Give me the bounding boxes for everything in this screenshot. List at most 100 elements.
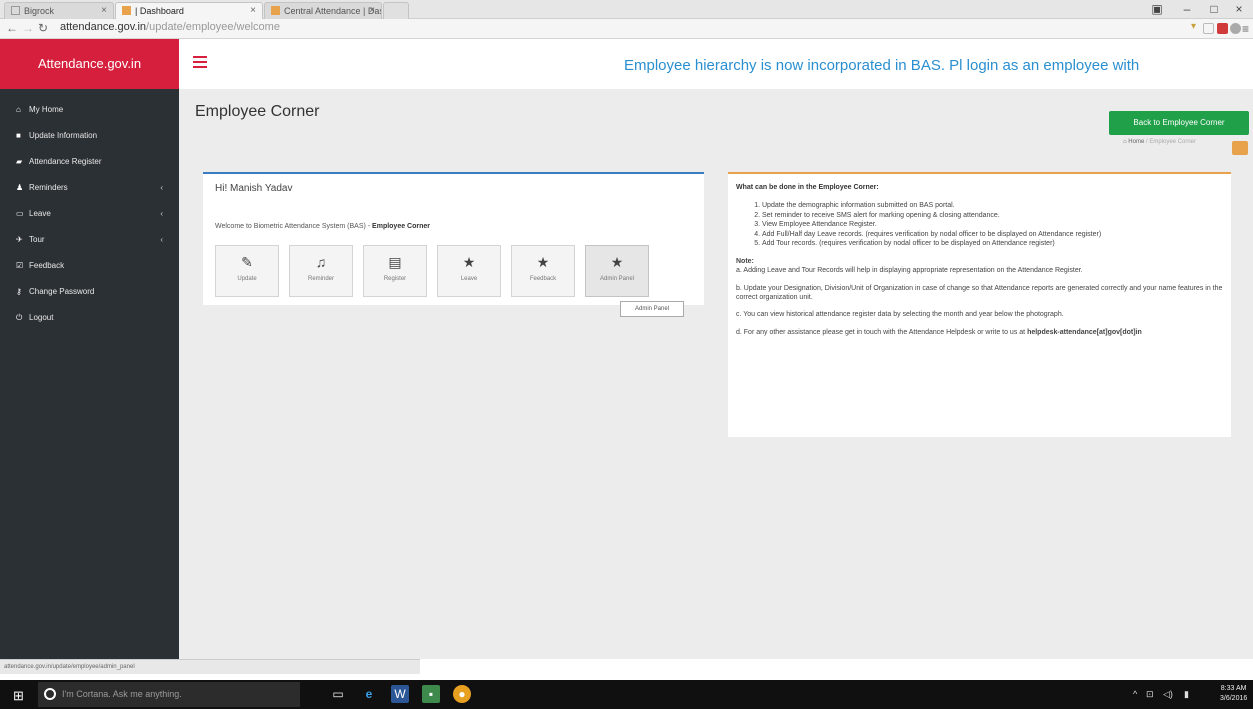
power-icon: ⏻ bbox=[16, 313, 23, 322]
profile-icon[interactable]: ▣ bbox=[1142, 0, 1172, 19]
feedback-icon: ☑ bbox=[16, 261, 24, 270]
forward-arrow-icon[interactable]: → bbox=[22, 21, 34, 35]
filter-extension-icon[interactable]: ▾ bbox=[1191, 21, 1202, 32]
sidebar-item-change-password[interactable]: ⚷ Change Password bbox=[0, 279, 179, 305]
steps-list: Update the demographic information submi… bbox=[762, 201, 1223, 248]
list-item: Update the demographic information submi… bbox=[762, 201, 1223, 210]
greeting: Hi! Manish Yadav bbox=[215, 183, 293, 194]
site-favicon-icon bbox=[122, 6, 131, 15]
sidebar: Attendance.gov.in ⌂ My Home ■ Update Infor… bbox=[0, 39, 179, 659]
list-item: Add Full/Half day Leave records. (requir… bbox=[762, 230, 1223, 239]
star-icon: ★ bbox=[536, 254, 550, 270]
welcome-text: Welcome to Biometric Attendance System (… bbox=[215, 223, 431, 230]
tab-close-icon[interactable]: × bbox=[250, 5, 256, 16]
reminder-tile[interactable]: ♫ Reminder bbox=[289, 245, 353, 297]
user-icon: ♟ bbox=[16, 183, 24, 192]
photos-app-icon[interactable]: ▪ bbox=[422, 685, 440, 703]
browser-tab[interactable]: Central Attendance | Dash × bbox=[264, 2, 382, 19]
bell-icon: ♫ bbox=[315, 254, 327, 270]
list-item: Set reminder to receive SMS alert for ma… bbox=[762, 211, 1223, 220]
browser-tab[interactable]: Bigrock × bbox=[4, 2, 114, 19]
extension-icon[interactable] bbox=[1230, 23, 1241, 34]
announcement-marquee: Employee hierarchy is now incorporated i… bbox=[624, 57, 1140, 74]
notifications-icon[interactable]: ▮ bbox=[1184, 680, 1189, 709]
cortana-circle-icon bbox=[44, 688, 56, 700]
update-tile[interactable]: ✎ Update bbox=[215, 245, 279, 297]
chevron-left-icon: ‹ bbox=[160, 209, 163, 218]
menu-icon[interactable]: ≡ bbox=[1242, 22, 1249, 36]
back-arrow-icon[interactable]: ← bbox=[6, 21, 18, 35]
brand-logo[interactable]: Attendance.gov.in bbox=[0, 39, 179, 89]
plane-icon: ✈ bbox=[16, 235, 23, 244]
browser-status-bar: attendance.gov.in/update/employee/admin_… bbox=[0, 659, 420, 674]
home-icon: ⌂ bbox=[16, 105, 21, 114]
edit-icon: ✎ bbox=[241, 254, 253, 270]
chevron-left-icon: ‹ bbox=[160, 235, 163, 244]
site-favicon-icon bbox=[271, 6, 280, 15]
sidebar-item-reminders[interactable]: ♟ Reminders ‹ bbox=[0, 175, 179, 201]
cortana-search-input[interactable]: I'm Cortana. Ask me anything. bbox=[38, 682, 300, 707]
page-title: Employee Corner bbox=[195, 103, 320, 120]
note-item: b. Update your Designation, Division/Uni… bbox=[736, 284, 1223, 301]
list-item: View Employee Attendance Register. bbox=[762, 220, 1223, 229]
windows-taskbar: ⊞ I'm Cortana. Ask me anything. ▭ e W ▪ … bbox=[0, 680, 1253, 709]
feedback-tile[interactable]: ★ Feedback bbox=[511, 245, 575, 297]
note-heading: Note: bbox=[736, 257, 754, 265]
pdf-extension-icon[interactable] bbox=[1217, 23, 1228, 34]
emblem-logo bbox=[1232, 141, 1248, 155]
edge-browser-icon[interactable]: e bbox=[360, 685, 378, 703]
word-app-icon[interactable]: W bbox=[391, 685, 409, 703]
breadcrumb-current: Employee Corner bbox=[1149, 139, 1197, 145]
page-icon bbox=[11, 6, 20, 15]
book-icon: ▤ bbox=[388, 254, 402, 270]
address-bar-row: ← → ↻ attendance.gov.in/update/employee/… bbox=[0, 19, 1253, 39]
main-content: Employee Corner Back to Employee Corner … bbox=[179, 89, 1253, 659]
windows-start-icon[interactable]: ⊞ bbox=[13, 688, 24, 704]
hamburger-menu-icon[interactable] bbox=[193, 56, 207, 68]
helpdesk-email[interactable]: helpdesk-attendance[at]gov[dot]in bbox=[1027, 329, 1142, 336]
sidebar-item-update-information[interactable]: ■ Update Information bbox=[0, 123, 179, 149]
tray-chevron-icon[interactable]: ^ bbox=[1133, 680, 1137, 709]
pencil-square-icon: ■ bbox=[16, 131, 21, 140]
star-icon: ★ bbox=[610, 254, 624, 270]
admin-panel-tile[interactable]: ★ Admin Panel bbox=[585, 245, 649, 297]
minimize-icon[interactable]: – bbox=[1172, 0, 1202, 19]
star-icon: ★ bbox=[462, 254, 476, 270]
close-window-icon[interactable]: × bbox=[1224, 0, 1253, 19]
url-field[interactable]: attendance.gov.in/update/employee/welcom… bbox=[60, 21, 280, 33]
breadcrumb-home-link[interactable]: Home bbox=[1128, 139, 1144, 145]
register-tile[interactable]: ▤ Register bbox=[363, 245, 427, 297]
sidebar-item-logout[interactable]: ⏻ Logout bbox=[0, 305, 179, 331]
sidebar-item-tour[interactable]: ✈ Tour ‹ bbox=[0, 227, 179, 253]
note-item: d. For any other assistance please get i… bbox=[736, 328, 1142, 336]
top-bar: Employee hierarchy is now incorporated i… bbox=[179, 39, 1253, 89]
sidebar-item-feedback[interactable]: ☑ Feedback bbox=[0, 253, 179, 279]
task-view-icon[interactable]: ▭ bbox=[329, 685, 347, 703]
bookmark-star-icon[interactable] bbox=[1203, 23, 1214, 34]
leave-tile[interactable]: ★ Leave bbox=[437, 245, 501, 297]
volume-icon[interactable]: ◁) bbox=[1163, 680, 1173, 709]
calendar-icon: ▭ bbox=[16, 209, 24, 218]
key-icon: ⚷ bbox=[16, 287, 22, 296]
admin-panel-tooltip: Admin Panel bbox=[620, 301, 684, 317]
tab-close-icon[interactable]: × bbox=[369, 5, 375, 16]
tab-close-icon[interactable]: × bbox=[101, 5, 107, 16]
book-icon: ▰ bbox=[16, 157, 23, 166]
sidebar-item-my-home[interactable]: ⌂ My Home bbox=[0, 97, 179, 123]
reload-icon[interactable]: ↻ bbox=[38, 21, 48, 35]
network-icon[interactable]: ⊡ bbox=[1146, 680, 1154, 709]
breadcrumb: ⌂ Home / Employee Corner bbox=[1123, 139, 1196, 145]
browser-tab-active[interactable]: | Dashboard × bbox=[115, 2, 263, 19]
welcome-panel: Hi! Manish Yadav Welcome to Biometric At… bbox=[203, 172, 704, 305]
list-item: Add Tour records. (requires verification… bbox=[762, 239, 1223, 248]
browser-tab-strip: Bigrock × | Dashboard × Central Attendan… bbox=[0, 0, 1253, 19]
chevron-left-icon: ‹ bbox=[160, 183, 163, 192]
note-item: a. Adding Leave and Tour Records will he… bbox=[736, 267, 1083, 275]
sidebar-item-attendance-register[interactable]: ▰ Attendance Register bbox=[0, 149, 179, 175]
new-tab-button[interactable] bbox=[383, 2, 409, 19]
sidebar-item-leave[interactable]: ▭ Leave ‹ bbox=[0, 201, 179, 227]
back-to-employee-corner-button[interactable]: Back to Employee Corner bbox=[1109, 111, 1249, 135]
chrome-browser-icon[interactable]: ● bbox=[453, 685, 471, 703]
taskbar-clock[interactable]: 8:33 AM 3/6/2016 bbox=[1220, 684, 1247, 704]
info-heading: What can be done in the Employee Corner: bbox=[736, 184, 879, 191]
